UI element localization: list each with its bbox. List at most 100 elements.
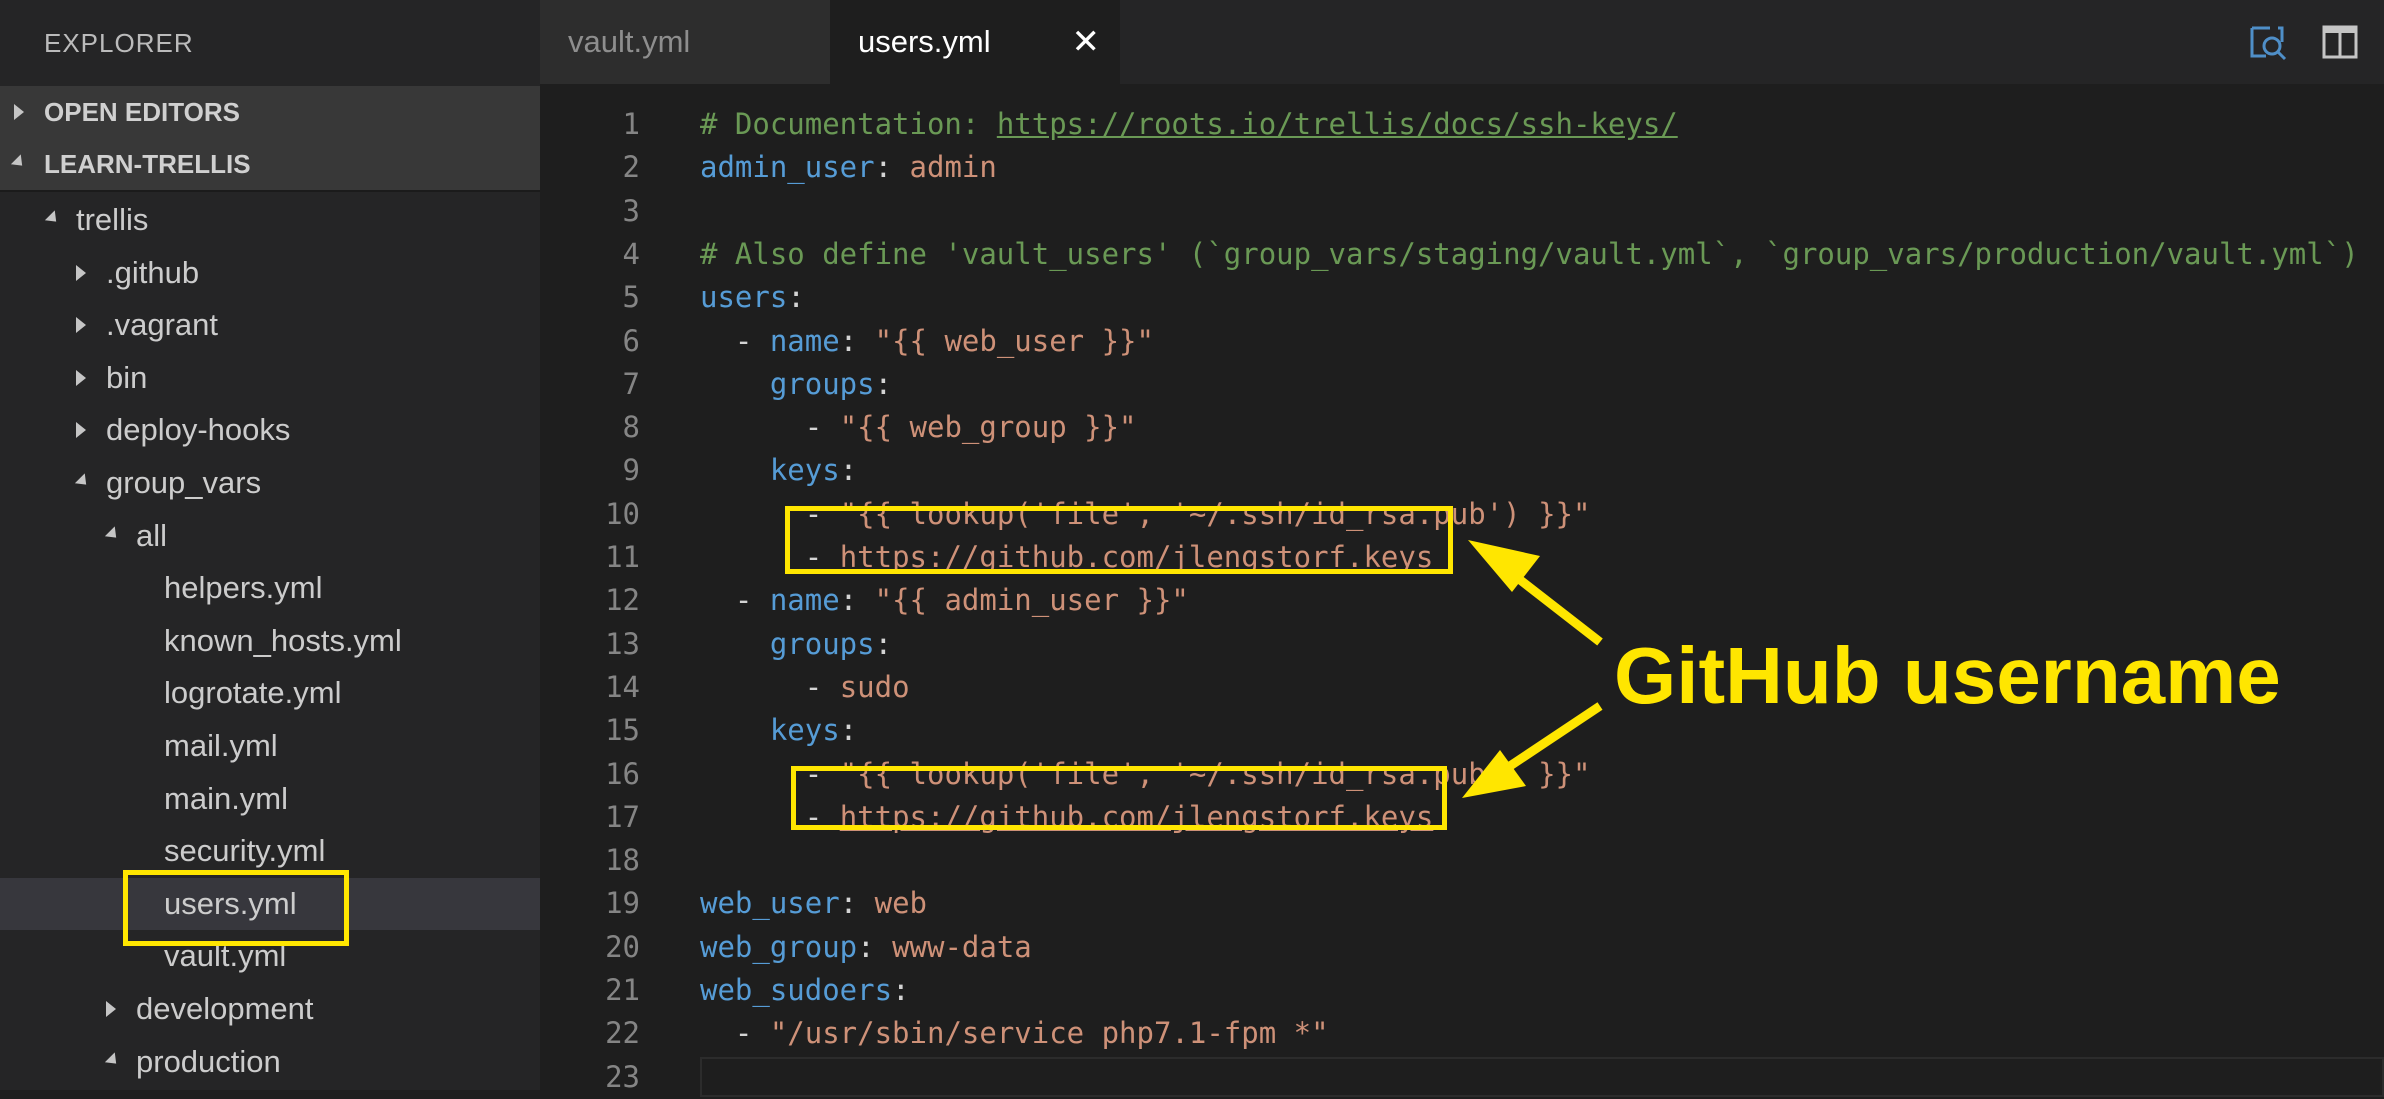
code-token: admin_user — [700, 150, 875, 185]
tree-item-label: logrotate.yml — [164, 675, 342, 711]
tree-item-label: all — [136, 517, 168, 553]
chevron-right-icon — [76, 369, 86, 386]
line-number: 16 — [605, 756, 640, 791]
line-number: 7 — [622, 366, 640, 401]
tree-item[interactable]: main.yml — [0, 773, 540, 825]
tree-item[interactable]: production — [0, 1036, 540, 1088]
line-number: 5 — [622, 280, 640, 315]
tree-item[interactable]: group_vars — [0, 457, 540, 509]
tree-item[interactable]: helpers.yml — [0, 562, 540, 614]
tree-item[interactable]: .github — [0, 247, 540, 299]
code-text: web_group: www-data — [700, 926, 1032, 969]
tree-item[interactable]: .vagrant — [0, 299, 540, 351]
tree-item[interactable]: development — [0, 983, 540, 1035]
chevron-right-icon — [76, 264, 86, 281]
close-icon[interactable]: ✕ — [1072, 0, 1101, 84]
code-token: keys — [769, 453, 840, 488]
code-token: web_sudoers — [700, 973, 893, 1007]
code-token: groups — [769, 626, 875, 661]
tree-item-label: mail.yml — [164, 728, 278, 763]
chevron-down-icon — [10, 154, 28, 171]
tree-item[interactable]: deploy-hooks — [0, 404, 540, 456]
tree-item[interactable]: bin — [0, 352, 540, 404]
code-text: # Also define 'vault_users' (`group_vars… — [700, 233, 2359, 276]
tree-item-label: known_hosts.yml — [164, 622, 402, 658]
code-token: : — [839, 323, 875, 358]
chevron-down-icon — [74, 473, 92, 490]
tab-bar: vault.yml users.yml ✕ — [540, 0, 2384, 84]
line-number: 4 — [622, 236, 640, 271]
tree-item-label: development — [136, 991, 314, 1026]
code-text: - "{{ web_group }}" — [700, 406, 1137, 449]
section-open-editors[interactable]: OPEN EDITORS — [0, 86, 540, 138]
line-number: 15 — [605, 713, 640, 748]
split-editor-icon[interactable] — [2320, 22, 2360, 62]
chevron-down-icon — [104, 1051, 122, 1069]
code-text: - "/usr/sbin/service php7.1-fpm *" — [700, 1012, 1329, 1055]
line-number: 3 — [622, 193, 640, 228]
line-number: 18 — [605, 843, 640, 878]
tab-label: users.yml — [858, 24, 991, 59]
tab-users-yml[interactable]: users.yml ✕ — [830, 0, 1120, 84]
code-token: admin — [909, 150, 997, 185]
code-text: keys: — [700, 449, 857, 492]
section-learn-trellis[interactable]: LEARN-TRELLIS — [0, 138, 540, 190]
tree-item-label: trellis — [76, 202, 149, 237]
code-token: - — [700, 323, 770, 358]
explorer-title: EXPLORER — [44, 28, 194, 58]
code-token: groups — [769, 366, 875, 401]
tree-item[interactable]: known_hosts.yml — [0, 615, 540, 667]
tree-item[interactable]: all — [0, 510, 540, 562]
code-token: keys — [769, 713, 840, 748]
chevron-right-icon — [76, 317, 86, 334]
tab-vault-yml[interactable]: vault.yml — [540, 0, 830, 84]
chevron-down-icon — [44, 210, 62, 227]
code-text: - sudo — [700, 666, 910, 709]
code-text: web_sudoers: — [700, 969, 910, 1012]
line-number: 9 — [622, 453, 640, 488]
highlight-box-users-yml — [123, 870, 349, 946]
tree-item[interactable]: mail.yml — [0, 720, 540, 772]
line-number: 17 — [605, 799, 640, 834]
code-text: # Documentation: https://roots.io/trelli… — [700, 103, 1678, 146]
tab-label: vault.yml — [568, 24, 691, 59]
code-token: # Documentation: — [700, 107, 997, 141]
code-token: "{{ web_group }}" — [839, 410, 1137, 445]
line-number: 6 — [622, 323, 640, 358]
tree-item[interactable]: trellis — [0, 194, 540, 246]
chevron-right-icon — [76, 422, 86, 439]
open-preview-icon[interactable] — [2248, 22, 2288, 62]
code-token: : — [874, 150, 910, 185]
tree-item-label: .github — [106, 254, 200, 290]
code-text: users: — [700, 276, 805, 319]
line-number: 10 — [605, 496, 640, 531]
section-label: LEARN-TRELLIS — [44, 149, 251, 179]
code-token: web_user — [700, 886, 840, 921]
code-token: name — [769, 323, 840, 358]
code-token: name — [769, 583, 840, 618]
code-token: : — [874, 626, 893, 661]
code-text: groups: — [700, 363, 892, 406]
code-token: "{{ web_user }}" — [874, 323, 1154, 358]
tree-item-label: deploy-hooks — [106, 412, 291, 448]
line-number: 23 — [605, 1059, 640, 1094]
tree-item-label: group_vars — [106, 465, 262, 500]
code-token: : — [892, 973, 910, 1007]
code-token: # Also define 'vault_users' (`group_vars… — [700, 236, 2359, 271]
line-number: 12 — [605, 583, 640, 618]
code-token: sudo — [839, 669, 910, 704]
code-editor[interactable]: 1 # Documentation: https://roots.io/trell… — [540, 84, 2384, 1097]
code-token: : — [839, 713, 858, 748]
section-divider — [0, 190, 540, 192]
code-token: "/usr/sbin/service php7.1-fpm *" — [769, 1016, 1329, 1051]
code-token: - — [700, 669, 840, 704]
tree-item[interactable]: logrotate.yml — [0, 667, 540, 719]
code-text: groups: — [700, 623, 892, 666]
line-number: 21 — [605, 973, 640, 1007]
code-token: : — [787, 280, 805, 315]
code-token: https://roots.io/trellis/docs/ssh-keys/ — [996, 107, 1678, 141]
tree-item-label: helpers.yml — [164, 570, 323, 606]
